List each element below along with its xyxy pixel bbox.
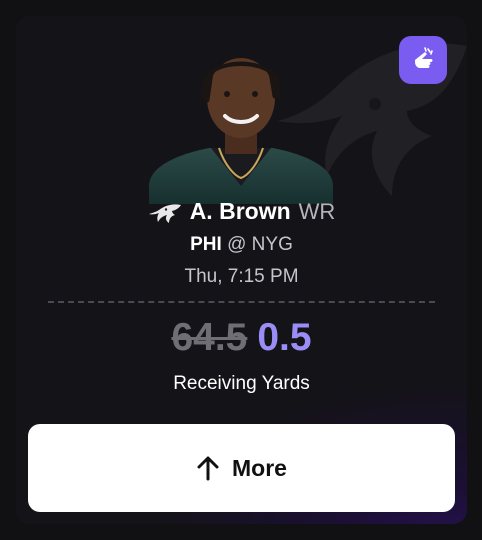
pointing-hand-icon <box>415 47 433 68</box>
stat-type-label: Receiving Yards <box>173 373 310 394</box>
home-team: PHI <box>190 234 222 255</box>
player-name: A. Brown <box>189 198 291 224</box>
dashed-divider <box>48 301 435 303</box>
original-line: 64.5 <box>171 316 248 359</box>
more-button[interactable]: More <box>28 424 455 512</box>
player-headshot <box>149 58 333 204</box>
arrow-up-icon <box>197 456 219 481</box>
more-button-label: More <box>232 454 287 481</box>
projection-card[interactable]: A. Brown WR PHI @ NYG Thu, 7:15 PM 64.5 … <box>16 16 467 524</box>
away-team: NYG <box>251 234 293 255</box>
game-time: Thu, 7:15 PM <box>184 266 299 287</box>
boost-badge[interactable] <box>399 36 447 84</box>
promo-line: 0.5 <box>257 316 312 359</box>
eagles-logo-icon <box>148 203 181 223</box>
at-symbol: @ <box>227 234 247 255</box>
player-name-row: A. Brown WR <box>16 198 467 225</box>
matchup: PHI @ NYG <box>16 234 467 256</box>
player-position: WR <box>298 198 336 224</box>
projection-line-row: 64.5 0.5 <box>16 316 467 360</box>
